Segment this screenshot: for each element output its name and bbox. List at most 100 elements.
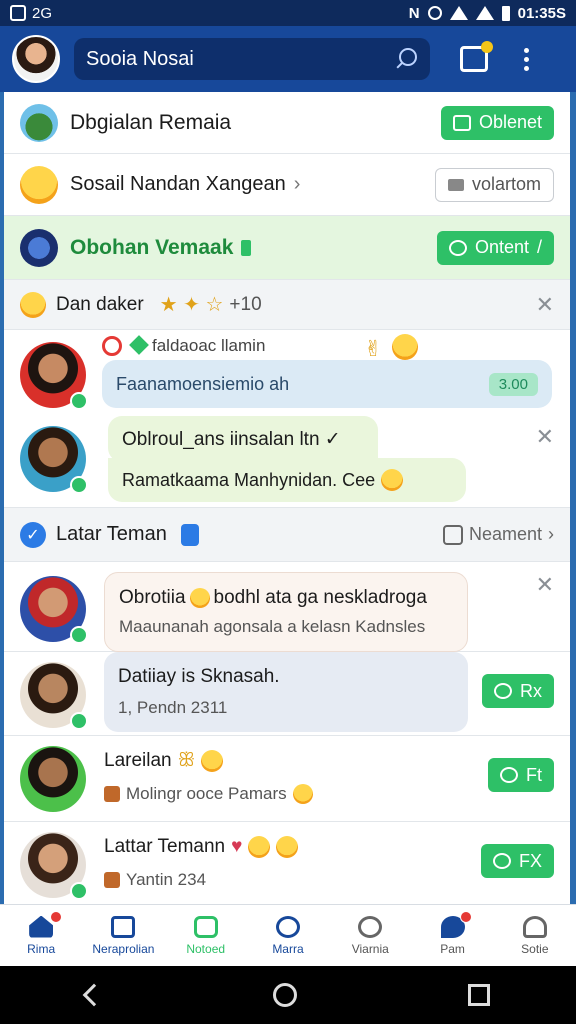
search-icon[interactable] [394, 47, 418, 71]
chat-bubble[interactable]: Faanamoensiemio ah 3.00 [102, 360, 552, 408]
smile-emoji-icon [20, 165, 58, 204]
notification-badge [459, 911, 472, 923]
item-action-button[interactable]: Ontent / [436, 230, 554, 265]
nav-item-market[interactable]: Marra [247, 905, 329, 966]
friend-bubble[interactable]: Obrotiia bodhl ata ga neskladroga Maauna… [104, 572, 468, 652]
nav-item-media[interactable]: Viarnia [329, 905, 411, 966]
avatar[interactable] [20, 662, 88, 730]
friend-sub: Maaunanah agonsala a kelasn Kadnsles [119, 617, 426, 636]
nfc-icon: N [408, 4, 420, 22]
avatar[interactable] [20, 426, 88, 494]
face-emoji-icon [20, 291, 46, 318]
avatar[interactable] [20, 832, 88, 900]
friend-sub-line: Molingr ooce Pamars [104, 784, 313, 804]
bubble-badge[interactable]: 3.00 [488, 372, 538, 396]
smile-emoji-icon [248, 836, 271, 858]
system-nav-bar [0, 966, 576, 1024]
list-item-highlighted[interactable]: Obohan Vemaak Ontent / [4, 216, 570, 280]
friend-row[interactable]: Obrotiia bodhl ata ga neskladroga Maauna… [4, 562, 570, 652]
more-menu-icon[interactable] [524, 47, 530, 71]
alert-count: +10 [229, 293, 262, 315]
battery-icon [501, 5, 510, 21]
nav-label: Pam [440, 941, 465, 956]
chat-bubble[interactable]: Oblroul_ans iinsalan ltn ✓ [108, 416, 378, 462]
network-text: 2G [32, 4, 53, 22]
nav-item-news[interactable]: Neraprolian [82, 905, 164, 966]
bubble-text: Faanamoensiemio ah [116, 373, 290, 394]
tag-icon [104, 872, 120, 888]
clover-icon [129, 335, 149, 355]
stars-icon: ★ ✦ ☆ [159, 294, 224, 316]
friend-row[interactable]: Lareilan ꕥ Molingr ooce Pamars Ft [4, 736, 570, 822]
nav-label: Marra [272, 941, 304, 956]
friend-action-button[interactable]: FX [480, 844, 554, 878]
friend-title-rest: bodhl ata ga neskladroga [213, 587, 427, 608]
verified-check-icon [70, 476, 88, 494]
section-link[interactable]: Neament › [442, 524, 554, 545]
friend-title-line: Lattar Temann ♥ [104, 836, 299, 858]
friend-sub: 1, Pendn 2311 [118, 698, 228, 717]
recent-apps-icon[interactable] [468, 984, 491, 1006]
friend-sub: Yantin 234 [126, 870, 207, 889]
feed-panel[interactable]: Dbgialan Remaia Oblenet Sosail Nandan Xa… [4, 92, 570, 904]
friend-action-button[interactable]: Ft [488, 758, 554, 792]
verified-check-icon [70, 392, 88, 410]
close-icon[interactable]: ✕ [536, 424, 554, 450]
friend-row[interactable]: Datiiay is Sknasah. 1, Pendn 2311 Rx [4, 652, 570, 736]
phone-icon [180, 523, 199, 546]
alert-row[interactable]: Dan daker ★ ✦ ☆ +10 ✕ [4, 280, 570, 330]
smile-emoji-icon [201, 750, 224, 772]
battery-badge-icon [241, 239, 252, 256]
profile-avatar[interactable] [12, 35, 60, 83]
chat-block[interactable]: faldaoac llamin ✌ Faanamoensiemio ah 3.0… [4, 330, 570, 508]
friend-bubble[interactable]: Datiiay is Sknasah. 1, Pendn 2311 [104, 652, 468, 732]
nav-item-home[interactable]: Rima [0, 905, 82, 966]
list-item[interactable]: Sosail Nandan Xangean › volartom [4, 154, 570, 216]
list-item[interactable]: Dbgialan Remaia Oblenet [4, 92, 570, 154]
smile-emoji-icon [189, 588, 210, 608]
nav-label: Sotie [521, 941, 549, 956]
search-bar[interactable]: Sooia Nosai [74, 38, 430, 80]
close-icon[interactable]: ✕ [536, 292, 554, 318]
verified-check-icon [70, 882, 88, 900]
friend-sub: Molingr ooce Pamars [126, 784, 287, 803]
item-label: Sosail Nandan Xangean [70, 173, 286, 195]
close-icon[interactable]: ✕ [536, 572, 554, 598]
search-input[interactable]: Sooia Nosai [86, 48, 394, 71]
friend-sub-line: Yantin 234 [104, 870, 206, 890]
nav-item-pay[interactable]: Pam [411, 905, 493, 966]
friend-action-button[interactable]: Rx [482, 674, 554, 708]
newspaper-icon [111, 915, 136, 938]
avatar[interactable] [20, 342, 88, 410]
home-circle-icon[interactable] [272, 983, 297, 1007]
nav-item-profile[interactable]: Sotie [494, 905, 576, 966]
heart-circle-icon [358, 915, 383, 938]
cloud-icon [494, 683, 512, 699]
avatar[interactable] [20, 746, 86, 812]
avatar[interactable] [20, 576, 88, 644]
chevron-right-icon[interactable]: › [294, 173, 301, 196]
chat-notification-icon[interactable] [460, 41, 493, 72]
person-icon [522, 915, 547, 938]
heart-icon: ♥ [231, 836, 243, 857]
camera-icon [442, 524, 463, 545]
notes-icon [193, 915, 218, 938]
chevron-right-icon: › [548, 524, 554, 544]
cloud-icon [492, 853, 511, 869]
content-area: Dbgialan Remaia Oblenet Sosail Nandan Xa… [0, 92, 576, 904]
landscape-icon [20, 103, 58, 142]
grin-emoji-icon [276, 836, 299, 858]
chat-bubble[interactable]: Ramatkaama Manhynidan. Cee [108, 458, 466, 502]
item-label: Dbgialan Remaia [70, 110, 232, 134]
bottom-nav: Rima Neraprolian Notoed Marra Viarnia Pa… [0, 904, 576, 966]
back-icon[interactable] [82, 983, 105, 1007]
friend-row[interactable]: Lattar Temann ♥ Yantin 234 FX [4, 822, 570, 904]
check-circle-icon: ✓ [20, 521, 46, 548]
item-action-button[interactable]: volartom [434, 167, 554, 202]
grin-emoji-icon [392, 334, 418, 360]
status-bar: 2G N 01:35S [0, 0, 576, 26]
hands-emoji-icon: ✌ [364, 336, 383, 361]
nav-item-notes[interactable]: Notoed [165, 905, 247, 966]
item-action-button[interactable]: Oblenet [440, 105, 554, 140]
clock-text: 01:35S [517, 4, 566, 22]
